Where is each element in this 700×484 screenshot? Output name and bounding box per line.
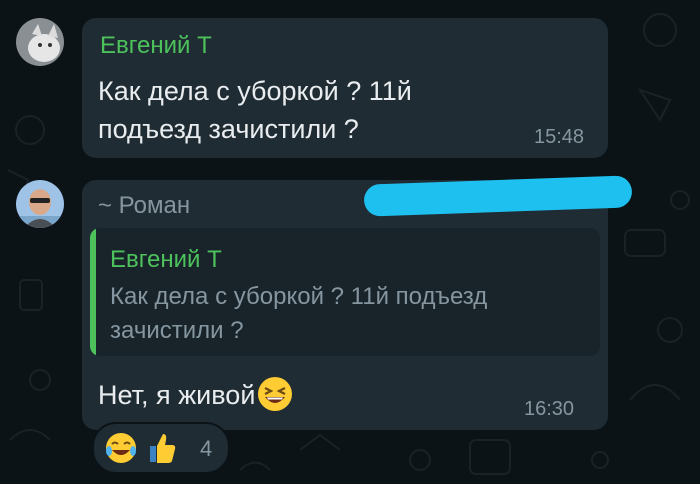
quote-sender-name: Евгений Т <box>110 246 222 273</box>
tears-of-joy-emoji-icon <box>106 433 136 463</box>
quoted-message[interactable]: Евгений Т Как дела с уборкой ? 11й подъе… <box>90 228 600 356</box>
message-bubble-1[interactable]: Евгений Т Как дела с уборкой ? 11й подъе… <box>82 18 608 158</box>
quote-text: Как дела с уборкой ? 11й подъезд зачисти… <box>110 283 488 344</box>
message-bubble-2[interactable]: ~ Роман Евгений Т Как дела с уборкой ? 1… <box>82 180 608 430</box>
reaction-count: 4 <box>200 436 213 461</box>
message-time: 16:30 <box>524 398 575 420</box>
sender-name[interactable]: ~ Роман <box>98 192 190 220</box>
thumbs-up-emoji-icon <box>150 434 176 463</box>
message-time: 15:48 <box>534 126 585 148</box>
message-text: Нет, я живой <box>98 376 293 414</box>
laughing-emoji-icon <box>258 377 293 411</box>
reactions-bar[interactable]: 4 <box>92 422 230 474</box>
quote-accent-bar <box>90 228 96 356</box>
avatar-roman[interactable] <box>16 180 64 228</box>
avatar-evgeny[interactable] <box>16 18 64 66</box>
message-text: Как дела с уборкой ? 11й подъезд зачисти… <box>98 76 412 144</box>
message-text-content: Нет, я живой <box>98 380 256 410</box>
sender-name[interactable]: Евгений Т <box>100 32 212 60</box>
